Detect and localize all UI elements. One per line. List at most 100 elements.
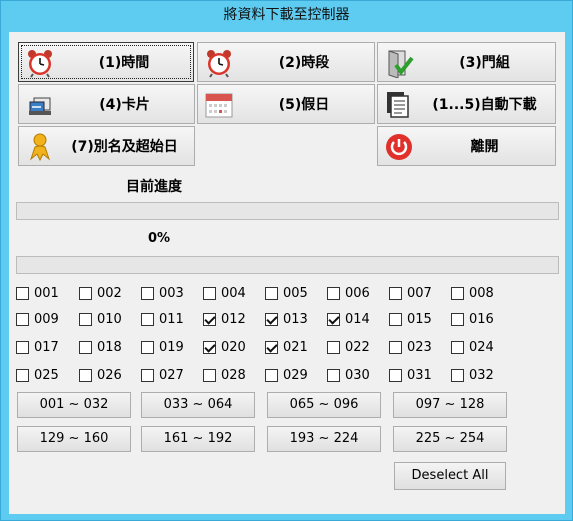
controller-checkbox[interactable]: 017 [16,339,59,355]
controller-checkbox[interactable]: 001 [16,285,59,301]
controller-checkbox[interactable]: 015 [389,311,432,327]
checkbox-box[interactable] [203,286,216,300]
checkbox-box[interactable] [79,312,92,326]
checkbox-box[interactable] [265,368,278,382]
controller-checkbox[interactable]: 004 [203,285,246,301]
checkbox-label: 032 [469,367,494,383]
checkbox-box[interactable] [327,312,340,326]
checkbox-box[interactable] [389,286,402,300]
checkbox-box[interactable] [79,286,92,300]
controller-checkbox[interactable]: 026 [79,367,122,383]
checkbox-box[interactable] [327,368,340,382]
deselect-all-button[interactable]: Deselect All [394,462,506,490]
range-button[interactable]: 225 ~ 254 [393,426,507,452]
controller-checkbox[interactable]: 009 [16,311,59,327]
checkbox-box[interactable] [16,312,29,326]
auto-download-button[interactable]: (1...5)自動下載 [377,84,556,124]
checkbox-label: 031 [407,367,432,383]
range-button[interactable]: 065 ~ 096 [267,392,381,418]
controller-checkbox[interactable]: 011 [141,311,184,327]
checkbox-label: 028 [221,367,246,383]
controller-checkbox[interactable]: 029 [265,367,308,383]
checkbox-label: 012 [221,311,246,327]
download-dialog: 將資料下載至控制器 (1)時間 (2)時段 (3)門組 (4)卡片 (5)假日 … [0,0,573,521]
alias-button[interactable]: (7)別名及超始日 [18,126,195,166]
checkbox-box[interactable] [265,286,278,300]
checkbox-box[interactable] [141,368,154,382]
controller-checkbox[interactable]: 031 [389,367,432,383]
controller-checkbox[interactable]: 012 [203,311,246,327]
checkbox-box[interactable] [451,340,464,354]
controller-checkbox[interactable]: 022 [327,339,370,355]
checkbox-box[interactable] [265,312,278,326]
controller-checkbox[interactable]: 005 [265,285,308,301]
checkbox-label: 017 [34,339,59,355]
checkbox-box[interactable] [451,286,464,300]
controller-checkbox[interactable]: 016 [451,311,494,327]
controller-checkbox[interactable]: 020 [203,339,246,355]
checkbox-box[interactable] [327,340,340,354]
checkbox-label: 021 [283,339,308,355]
checkbox-box[interactable] [203,340,216,354]
range-button[interactable]: 097 ~ 128 [393,392,507,418]
checkbox-box[interactable] [327,286,340,300]
controller-checkbox[interactable]: 006 [327,285,370,301]
range-button[interactable]: 129 ~ 160 [17,426,131,452]
checkbox-box[interactable] [389,312,402,326]
checkbox-label: 019 [159,339,184,355]
period-button[interactable]: (2)時段 [197,42,375,82]
range-button[interactable]: 161 ~ 192 [141,426,255,452]
checkbox-box[interactable] [141,286,154,300]
checkbox-box[interactable] [389,340,402,354]
checkbox-box[interactable] [141,340,154,354]
controller-checkbox[interactable]: 027 [141,367,184,383]
card-reader-icon [24,89,56,121]
checkbox-box[interactable] [203,312,216,326]
controller-checkbox[interactable]: 024 [451,339,494,355]
controller-checkbox[interactable]: 028 [203,367,246,383]
controller-checkbox[interactable]: 003 [141,285,184,301]
controller-checkbox[interactable]: 018 [79,339,122,355]
exit-button[interactable]: 離開 [377,126,556,166]
time-button[interactable]: (1)時間 [18,42,194,82]
controller-checkbox[interactable]: 007 [389,285,432,301]
checkbox-label: 002 [97,285,122,301]
checkbox-label: 029 [283,367,308,383]
progress-label: 目前進度 [126,179,182,195]
range-button[interactable]: 033 ~ 064 [141,392,255,418]
holiday-button[interactable]: (5)假日 [197,84,375,124]
controller-checkbox[interactable]: 019 [141,339,184,355]
controller-checkbox[interactable]: 008 [451,285,494,301]
checkbox-box[interactable] [79,368,92,382]
controller-checkbox[interactable]: 023 [389,339,432,355]
exit-button-label: 離開 [470,139,499,155]
controller-checkbox[interactable]: 021 [265,339,308,355]
checkbox-box[interactable] [16,286,29,300]
controller-checkbox[interactable]: 030 [327,367,370,383]
checkbox-box[interactable] [16,340,29,354]
controller-checkbox[interactable]: 002 [79,285,122,301]
checkbox-box[interactable] [141,312,154,326]
checkbox-box[interactable] [389,368,402,382]
checkbox-label: 022 [345,339,370,355]
controller-checkbox[interactable]: 014 [327,311,370,327]
range-button[interactable]: 001 ~ 032 [17,392,131,418]
controller-checkbox[interactable]: 025 [16,367,59,383]
controller-checkbox[interactable]: 013 [265,311,308,327]
range-button[interactable]: 193 ~ 224 [267,426,381,452]
checkbox-label: 020 [221,339,246,355]
checkbox-box[interactable] [16,368,29,382]
controller-checkbox[interactable]: 010 [79,311,122,327]
checkbox-box[interactable] [265,340,278,354]
card-button[interactable]: (4)卡片 [18,84,195,124]
checkbox-label: 007 [407,285,432,301]
progress-percent: 0% [148,231,171,246]
door-group-button[interactable]: (3)門組 [377,42,556,82]
checkbox-box[interactable] [451,312,464,326]
controller-checkbox[interactable]: 032 [451,367,494,383]
checkbox-box[interactable] [79,340,92,354]
checkbox-label: 030 [345,367,370,383]
checkbox-box[interactable] [203,368,216,382]
checkbox-box[interactable] [451,368,464,382]
checkbox-label: 018 [97,339,122,355]
